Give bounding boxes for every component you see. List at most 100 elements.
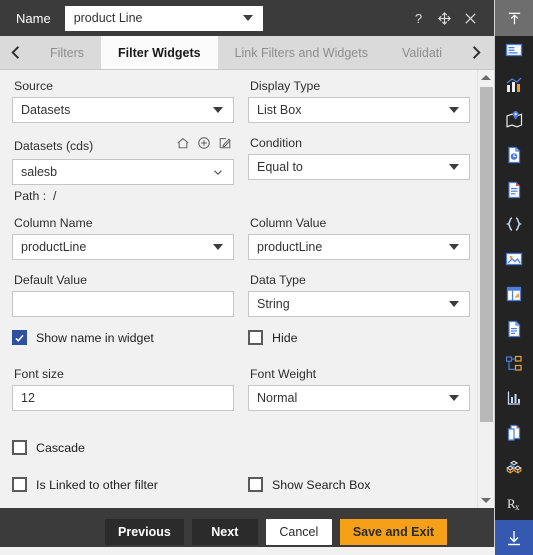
name-label: Name [16,10,51,26]
tab-filter-widgets[interactable]: Filter Widgets [101,36,218,69]
column-value-combobox[interactable]: productLine [248,234,470,260]
checkbox-box [248,477,263,492]
checkbox-box [248,330,263,345]
tab-filters[interactable]: Filters [33,36,102,69]
checkbox-label: Show Search Box [272,477,371,492]
move-arrows-icon[interactable] [436,10,453,27]
scrollbar-thumb[interactable] [479,87,493,422]
field-condition: Condition Equal to [248,136,470,216]
tree-hierarchy-icon[interactable] [495,346,533,381]
document-clock-icon[interactable] [495,137,533,172]
vertical-scrollbar[interactable] [477,70,494,508]
field-display-type: Display Type List Box [248,79,470,136]
default-value-input[interactable] [12,291,234,317]
titlebar-icon-group: ? [410,10,488,27]
tab-validation[interactable]: Validati [384,36,460,69]
column-name-combobox[interactable]: productLine [12,234,234,260]
datasets-icon-group [176,136,234,155]
name-combobox[interactable]: product Line [64,5,263,31]
bar-line-chart-icon[interactable] [495,68,533,103]
collapse-up-icon[interactable] [495,0,533,36]
condition-label-row: Condition [248,136,470,154]
chevron-down-icon [213,107,223,113]
footer-bottom-strip [0,547,495,555]
datasets-combobox[interactable]: salesb [12,159,234,185]
map-pin-icon[interactable] [495,103,533,138]
chevron-left-icon[interactable] [0,36,33,69]
data-type-value: String [257,297,290,311]
data-type-combobox[interactable]: String [248,291,470,317]
plus-circle-icon[interactable] [197,136,211,155]
svg-text:x: x [515,502,520,512]
field-datasets: Datasets (cds) salesb Path: / [12,136,234,216]
home-icon[interactable] [176,136,190,155]
column-value-value: productLine [257,240,323,254]
question-mark-icon[interactable]: ? [410,10,427,27]
path-value: / [52,189,57,203]
tab-strip: Filters Filter Widgets Link Filters and … [0,36,494,70]
checkbox-label: Is Linked to other filter [36,477,158,492]
scroll-up-button[interactable] [478,70,495,85]
checkbox-show-name-in-widget[interactable]: Show name in widget [12,330,248,345]
checkbox-hide[interactable]: Hide [248,330,477,345]
field-font-size: Font size 12 [12,367,234,424]
checkbox-label: Show name in widget [36,330,154,345]
default-value-label: Default Value [14,273,87,287]
font-weight-combobox[interactable]: Normal [248,385,470,411]
dialog-titlebar: Name product Line ? [0,0,533,36]
chevron-right-icon[interactable] [459,36,493,69]
chevron-down-icon [211,165,225,179]
datasets-label-row: Datasets (cds) [12,136,234,159]
condition-value: Equal to [257,160,303,174]
form-row-default: Default Value Data Type String [12,273,470,330]
svg-text:?: ? [415,11,422,26]
image-icon[interactable] [495,242,533,277]
save-and-exit-button[interactable]: Save and Exit [339,519,448,545]
display-type-combobox[interactable]: List Box [248,97,470,123]
filter-widget-form: Source Datasets Display Type List Box Da… [0,70,477,508]
triangle-up-icon [481,75,491,80]
tab-link-filters-and-widgets[interactable]: Link Filters and Widgets [217,36,385,69]
chevron-down-icon [449,301,459,307]
cubes-icon[interactable] [495,451,533,486]
copy-document-icon[interactable] [495,416,533,451]
scroll-down-button[interactable] [478,493,495,508]
condition-combobox[interactable]: Equal to [248,154,470,180]
checkbox-is-linked-to-other-filter[interactable]: Is Linked to other filter [12,477,248,492]
chevron-down-icon [449,107,459,113]
data-type-label: Data Type [250,273,306,287]
column-name-value: productLine [21,240,87,254]
chevron-down-icon [213,244,223,250]
curly-braces-icon[interactable] [495,207,533,242]
rx-icon[interactable]: R x [495,485,533,520]
font-size-value: 12 [21,391,35,405]
checkbox-cascade[interactable]: Cascade [12,440,248,455]
mini-chart-icon[interactable] [495,381,533,416]
previous-button[interactable]: Previous [105,519,184,545]
dialog-body: Source Datasets Display Type List Box Da… [0,70,494,508]
text-document-icon[interactable] [495,172,533,207]
condition-label: Condition [250,136,302,150]
checkbox-show-search-box[interactable]: Show Search Box [248,477,477,492]
font-size-input[interactable]: 12 [12,385,234,411]
font-weight-value: Normal [257,391,298,405]
close-icon[interactable] [462,10,479,27]
next-button[interactable]: Next [191,519,258,545]
scrollbar-track[interactable] [478,85,495,493]
layout-panel-icon[interactable] [495,33,533,68]
name-combobox-value: product Line [73,11,143,25]
path-label: Path : [14,189,47,203]
pivot-table-icon[interactable] [495,277,533,312]
datasets-label: Datasets (cds) [14,138,94,153]
display-type-label: Display Type [250,79,321,93]
tab-validation-label: Validati [401,45,443,60]
cancel-button[interactable]: Cancel [265,519,332,545]
tab-filters-label: Filters [50,45,85,60]
download-icon[interactable] [495,520,533,555]
dialog-window: Name product Line ? Filters Filter Widge… [0,0,533,555]
report-document-icon[interactable] [495,311,533,346]
edit-pencil-icon[interactable] [218,136,232,155]
source-combobox[interactable]: Datasets [12,97,234,123]
